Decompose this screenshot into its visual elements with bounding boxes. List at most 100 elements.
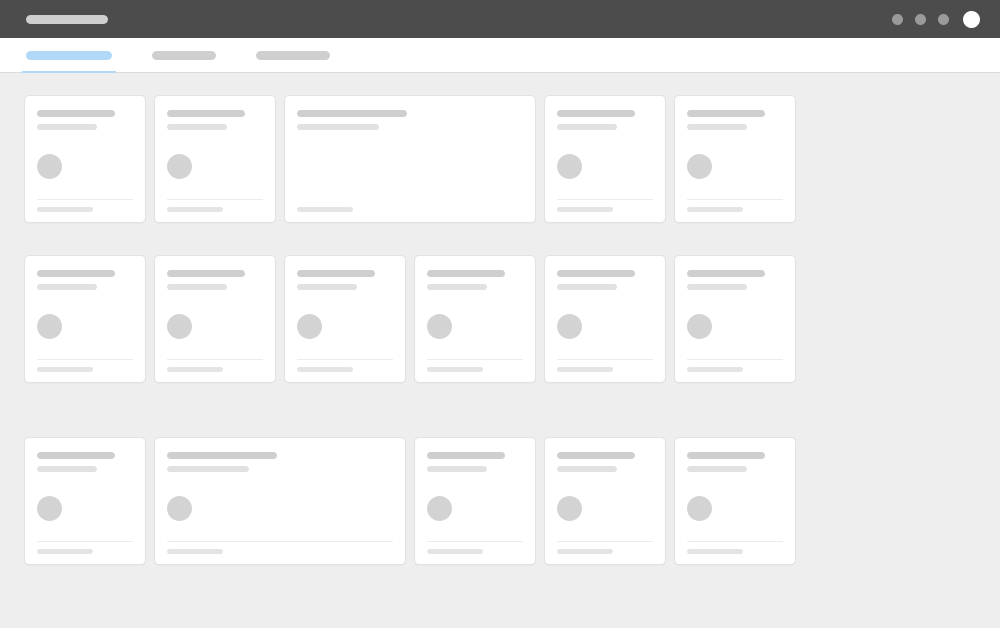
- window-control-dot[interactable]: [892, 14, 903, 25]
- tab-label: [26, 51, 112, 60]
- card-footer: [687, 199, 783, 212]
- card-footer-text: [557, 207, 613, 212]
- avatar-icon: [557, 314, 582, 339]
- card[interactable]: [544, 95, 666, 223]
- avatar-icon: [557, 496, 582, 521]
- card-subtitle: [297, 284, 357, 290]
- card-footer-text: [297, 207, 353, 212]
- card-footer: [37, 199, 133, 212]
- title-bar: [0, 0, 1000, 38]
- card-footer: [37, 359, 133, 372]
- card-footer-text: [37, 367, 93, 372]
- card-title: [687, 270, 765, 277]
- tab-label: [256, 51, 330, 60]
- card[interactable]: [414, 255, 536, 383]
- card-title: [557, 270, 635, 277]
- card-title: [37, 452, 115, 459]
- card-footer-text: [167, 207, 223, 212]
- avatar-icon: [37, 314, 62, 339]
- card-title: [557, 452, 635, 459]
- card[interactable]: [544, 255, 666, 383]
- avatar-icon: [297, 314, 322, 339]
- tab-3[interactable]: [256, 38, 330, 72]
- card-subtitle: [297, 124, 379, 130]
- card-subtitle: [427, 284, 487, 290]
- card-subtitle: [557, 284, 617, 290]
- window-control-dot-large[interactable]: [963, 11, 980, 28]
- card-footer: [557, 199, 653, 212]
- avatar-icon: [167, 314, 192, 339]
- card-title: [297, 270, 375, 277]
- window-control-dot[interactable]: [915, 14, 926, 25]
- card[interactable]: [674, 95, 796, 223]
- card[interactable]: [284, 95, 536, 223]
- card-footer-text: [687, 367, 743, 372]
- card-title: [687, 110, 765, 117]
- card-footer-text: [167, 549, 223, 554]
- tab-2[interactable]: [152, 38, 216, 72]
- tab-strip: [0, 38, 1000, 73]
- card[interactable]: [154, 95, 276, 223]
- card-title: [167, 110, 245, 117]
- avatar-icon: [427, 496, 452, 521]
- card-title: [167, 452, 277, 459]
- card[interactable]: [544, 437, 666, 565]
- card[interactable]: [674, 437, 796, 565]
- card-subtitle: [687, 124, 747, 130]
- card-footer-text: [427, 367, 483, 372]
- card-footer-text: [37, 207, 93, 212]
- card-title: [427, 452, 505, 459]
- avatar-icon: [167, 496, 192, 521]
- card-title: [37, 110, 115, 117]
- card-footer-text: [297, 367, 353, 372]
- card-subtitle: [427, 466, 487, 472]
- card-footer-text: [687, 207, 743, 212]
- card-title: [297, 110, 407, 117]
- card-row: [24, 255, 976, 383]
- card-footer: [427, 541, 523, 554]
- card[interactable]: [284, 255, 406, 383]
- card-subtitle: [37, 284, 97, 290]
- avatar-icon: [37, 496, 62, 521]
- window-title: [26, 15, 108, 24]
- card-subtitle: [167, 466, 249, 472]
- tab-1[interactable]: [26, 38, 112, 72]
- avatar-icon: [167, 154, 192, 179]
- card-title: [167, 270, 245, 277]
- card-footer-text: [37, 549, 93, 554]
- card[interactable]: [674, 255, 796, 383]
- card-footer: [167, 199, 263, 212]
- card-title: [37, 270, 115, 277]
- card-title: [687, 452, 765, 459]
- card[interactable]: [154, 437, 406, 565]
- card-subtitle: [37, 466, 97, 472]
- avatar-icon: [687, 314, 712, 339]
- card-subtitle: [167, 284, 227, 290]
- avatar-icon: [687, 496, 712, 521]
- card-subtitle: [557, 124, 617, 130]
- card-footer: [557, 359, 653, 372]
- card-footer: [167, 359, 263, 372]
- window-control-dot[interactable]: [938, 14, 949, 25]
- card-footer: [427, 359, 523, 372]
- card-footer-text: [557, 549, 613, 554]
- card[interactable]: [24, 95, 146, 223]
- card-footer-text: [557, 367, 613, 372]
- card[interactable]: [414, 437, 536, 565]
- card-workspace: [0, 73, 1000, 595]
- card-subtitle: [167, 124, 227, 130]
- card[interactable]: [24, 437, 146, 565]
- card-subtitle: [687, 466, 747, 472]
- card-footer: [557, 541, 653, 554]
- card-subtitle: [37, 124, 97, 130]
- card-footer-text: [687, 549, 743, 554]
- card[interactable]: [154, 255, 276, 383]
- card-row: [24, 95, 976, 223]
- card-footer: [37, 541, 133, 554]
- card-footer: [167, 541, 393, 554]
- card[interactable]: [24, 255, 146, 383]
- card-subtitle: [687, 284, 747, 290]
- card-footer-text: [167, 367, 223, 372]
- card-row: [24, 437, 976, 565]
- card-title: [557, 110, 635, 117]
